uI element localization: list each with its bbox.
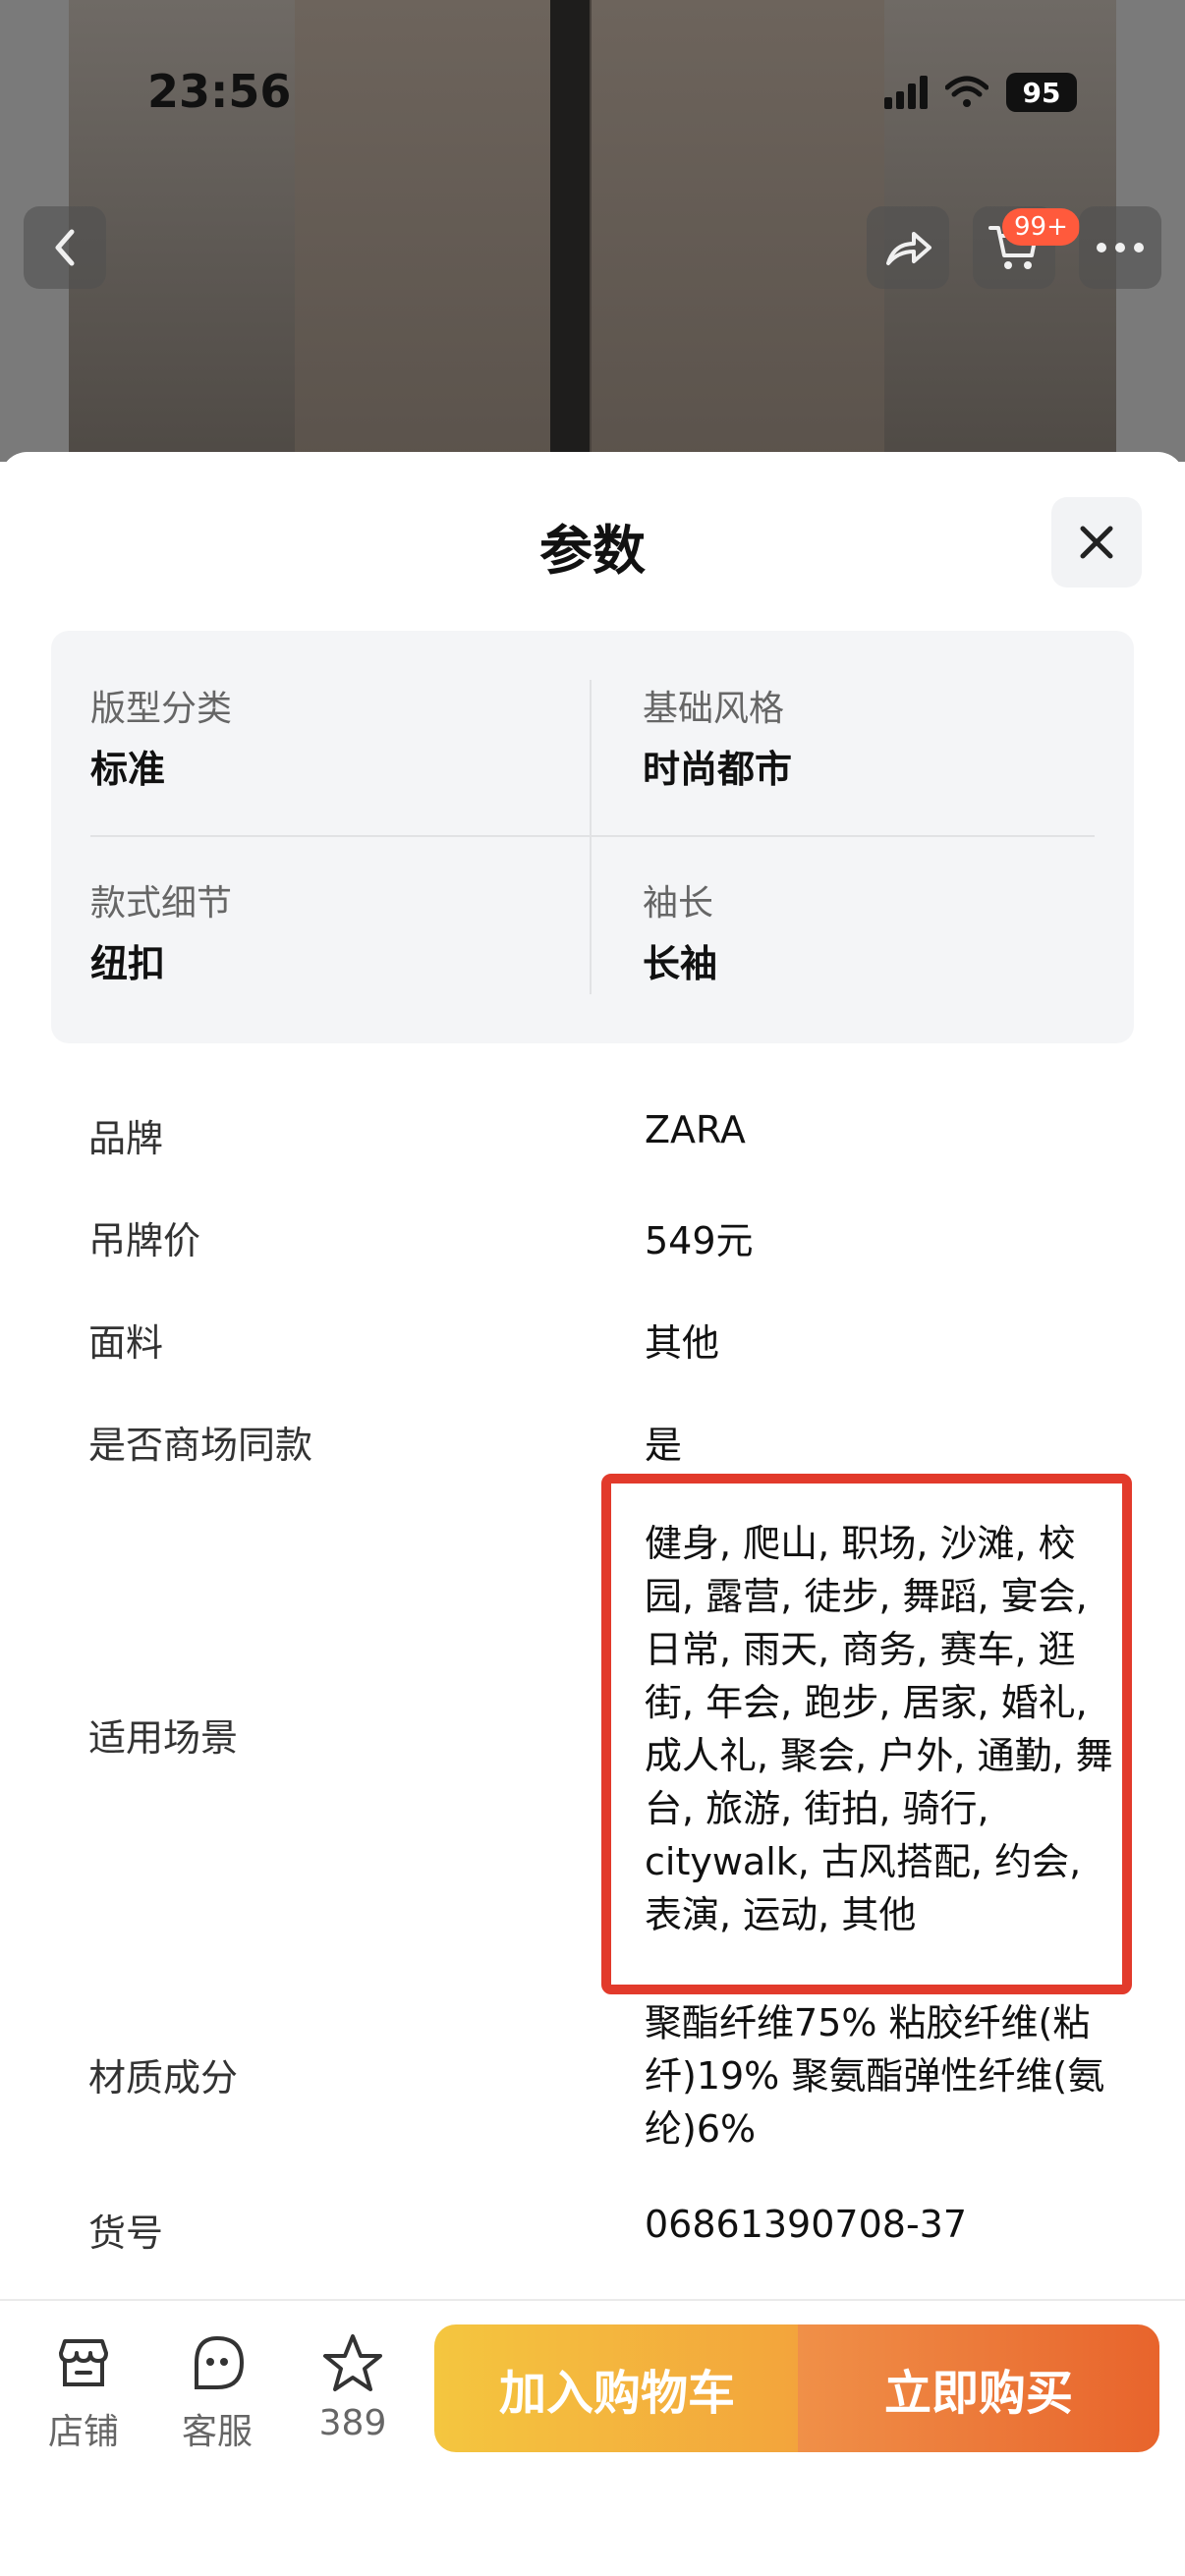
spec-value: 是	[645, 1424, 683, 1467]
summary-label: 款式细节	[90, 883, 233, 924]
summary-label: 袖长	[643, 883, 714, 924]
spec-value: ZARA	[645, 1108, 746, 1151]
service-label: 客服	[181, 2412, 253, 2452]
favorite-count: 389	[318, 2403, 387, 2443]
back-button[interactable]	[24, 206, 106, 289]
summary-label: 版型分类	[90, 689, 233, 729]
close-icon	[1080, 526, 1113, 559]
spec-value: 06861390708-37	[645, 2203, 968, 2246]
service-button[interactable]: 客服	[173, 2328, 261, 2454]
favorite-button[interactable]: 389	[309, 2328, 397, 2443]
coat-right	[590, 0, 884, 462]
status-time: 23:56	[147, 65, 292, 118]
add-to-cart-button[interactable]: 加入购物车	[434, 2324, 800, 2452]
materials-value: 聚酯纤维75% 粘胶纤维(粘纤)19% 聚氨酯弹性纤维(氨纶)6%	[645, 2001, 1105, 2151]
scene-value: 健身, 爬山, 职场, 沙滩, 校园, 露营, 徒步, 舞蹈, 宴会, 日常, …	[645, 1522, 1113, 1936]
divider	[90, 835, 1095, 837]
spec-label: 是否商场同款	[88, 1424, 313, 1467]
spec-label: 材质成分	[88, 2056, 239, 2100]
summary-value: 纽扣	[90, 942, 166, 985]
status-icons: 95	[884, 73, 1077, 112]
spec-value: 其他	[645, 1321, 720, 1365]
summary-value: 标准	[90, 748, 166, 791]
cart-badge: 99+	[1002, 208, 1080, 246]
shop-button[interactable]: 店铺	[39, 2328, 128, 2454]
spec-label: 适用场景	[88, 1716, 239, 1760]
spec-label: 货号	[88, 2212, 164, 2255]
sheet-title: 参数	[539, 520, 646, 582]
star-icon	[318, 2328, 387, 2397]
divider	[590, 680, 592, 994]
chat-face-icon	[183, 2328, 252, 2397]
summary-label: 基础风格	[643, 689, 785, 729]
close-button[interactable]	[1051, 497, 1142, 588]
more-button[interactable]	[1079, 206, 1161, 289]
coat-left	[295, 0, 590, 462]
signal-icon	[884, 76, 928, 109]
shop-label: 店铺	[47, 2412, 119, 2452]
more-icon	[1097, 243, 1144, 252]
spec-label: 吊牌价	[88, 1219, 201, 1262]
buy-now-button[interactable]: 立即购买	[798, 2324, 1159, 2452]
spec-value: 549元	[645, 1219, 754, 1262]
share-icon	[886, 232, 931, 265]
chevron-left-icon	[55, 229, 75, 266]
summary-cell: 版型分类 标准	[51, 631, 592, 827]
summary-cell: 基础风格 时尚都市	[603, 631, 1144, 827]
wifi-icon	[945, 76, 988, 107]
share-button[interactable]	[867, 206, 949, 289]
summary-card: 版型分类 标准 基础风格 时尚都市 款式细节 纽扣 袖长 长袖	[51, 631, 1134, 1043]
battery-indicator: 95	[1006, 73, 1077, 112]
summary-value: 时尚都市	[643, 748, 793, 791]
summary-cell: 款式细节 纽扣	[51, 825, 592, 1022]
spec-label: 面料	[88, 1321, 164, 1365]
store-icon	[49, 2328, 118, 2397]
summary-cell: 袖长 长袖	[603, 825, 1144, 1022]
spec-label: 品牌	[88, 1117, 164, 1160]
summary-value: 长袖	[643, 942, 718, 985]
